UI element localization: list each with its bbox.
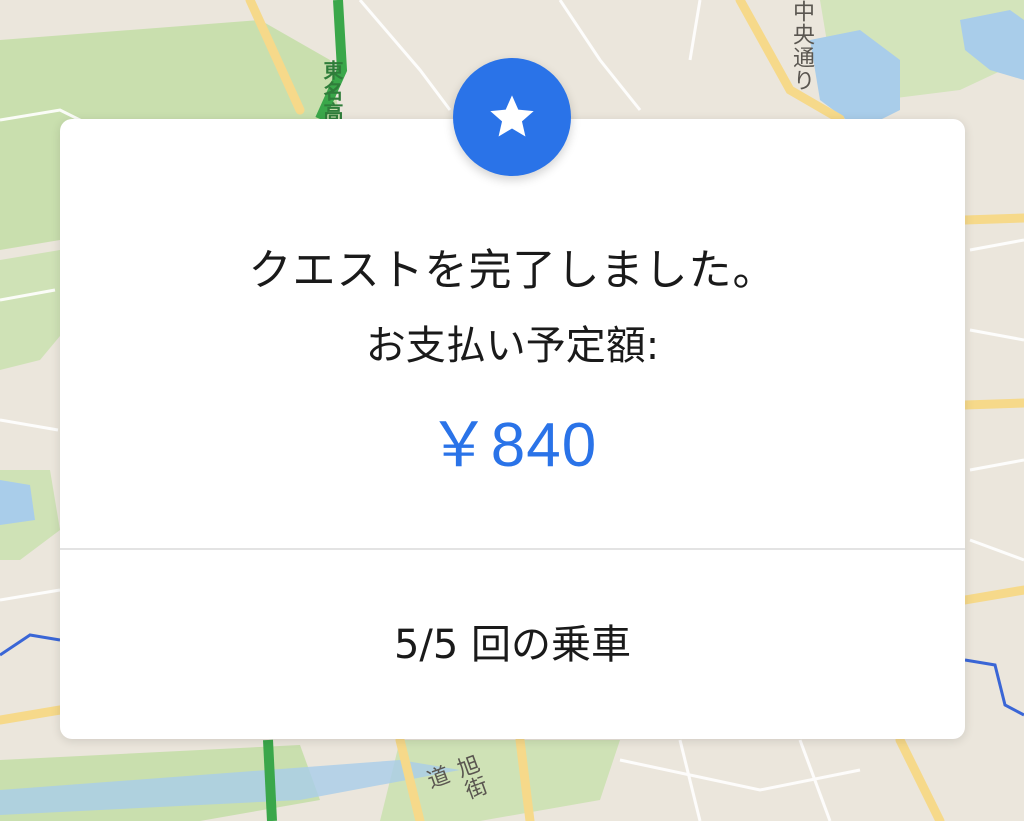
card-divider bbox=[60, 548, 965, 550]
expected-payment-label: お支払い予定額: bbox=[365, 323, 660, 369]
quest-badge bbox=[453, 58, 571, 176]
map-label-expressway: 東名高 bbox=[320, 60, 344, 123]
rides-progress: 5/5 回の乗車 bbox=[393, 622, 632, 668]
screen: 東名高 中央通り 旭街道 クエストを完了しました。 お支払い予定額: ￥840 … bbox=[0, 0, 1024, 821]
quest-complete-title: クエストを完了しました。 bbox=[248, 246, 777, 296]
expected-payment-amount: ￥840 bbox=[427, 411, 598, 480]
map-label-avenue: 中央通り bbox=[789, 0, 814, 92]
star-icon bbox=[490, 95, 534, 137]
